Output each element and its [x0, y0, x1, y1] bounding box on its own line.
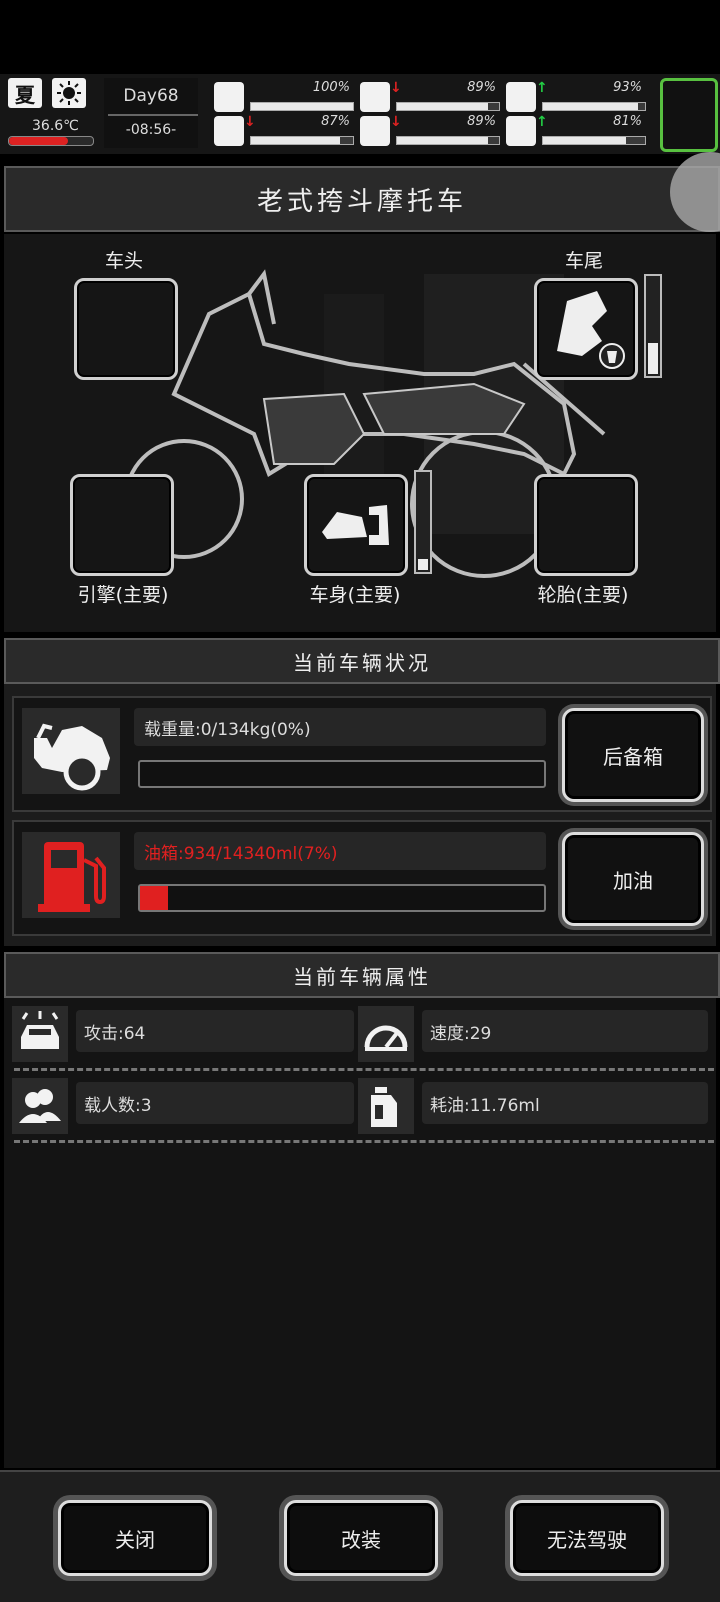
divider — [14, 1068, 714, 1071]
heart-icon — [506, 116, 536, 146]
arrow-up-icon: ↑ — [536, 114, 548, 130]
stat-value: 81% — [613, 114, 642, 129]
arrow-down-icon: ↓ — [390, 80, 402, 96]
stat-bar — [396, 136, 500, 145]
stat-value: 100% — [312, 80, 350, 95]
modify-button[interactable]: 改装 — [284, 1500, 438, 1576]
stomach-icon — [360, 82, 390, 112]
bottom-action-bar: 关闭 改装 无法驾驶 — [0, 1470, 720, 1602]
slot-label-engine: 引擎(主要) — [77, 584, 169, 606]
stat-bar-fill — [251, 137, 340, 144]
body-durability-fill — [418, 559, 428, 570]
load-row: 载重量:0/134kg(0%) 后备箱 — [12, 696, 712, 812]
stat-bar — [250, 102, 354, 111]
fuel-progress-fill — [140, 886, 169, 910]
slot-engine[interactable] — [70, 474, 174, 576]
vehicle-title: 老式挎斗摩托车 — [256, 186, 467, 217]
attributes-panel: 攻击:64 速度:29 载人数:3 耗油:11.76ml — [4, 998, 716, 1468]
equipment-slot[interactable] — [660, 78, 718, 152]
stat-mood: ↑ 93% — [506, 80, 646, 112]
sidecar-icon — [22, 708, 120, 794]
fuel-can-icon — [358, 1078, 414, 1134]
speedometer-icon — [358, 1006, 414, 1062]
health-icon — [214, 82, 244, 112]
stat-bar-fill — [543, 103, 638, 110]
slot-label-tire: 轮胎(主要) — [537, 584, 629, 606]
load-label: 载重量:0/134kg(0%) — [134, 708, 546, 746]
stat-bar-fill — [543, 137, 626, 144]
day-clock: Day68 -08:56- — [104, 78, 198, 148]
stamina-icon — [214, 116, 244, 146]
drive-button[interactable]: 无法驾驶 — [510, 1500, 664, 1576]
mood-icon — [506, 82, 536, 112]
fuel-use-value: 耗油:11.76ml — [422, 1082, 708, 1124]
day-counter: Day68 — [123, 86, 179, 106]
slot-body[interactable] — [304, 474, 408, 576]
slot-label-body: 车身(主要) — [309, 584, 401, 606]
tail-part-icon — [557, 291, 625, 369]
water-icon — [360, 116, 390, 146]
tail-durability-bar — [644, 274, 662, 378]
slot-label-head: 车头 — [104, 250, 143, 272]
stat-bar — [542, 136, 646, 145]
vehicle-title-bar: 老式挎斗摩托车 — [4, 166, 720, 232]
season-label: 夏 — [15, 82, 35, 107]
stat-stamina: ↓ 87% — [214, 114, 354, 146]
thermometer-icon — [8, 136, 94, 146]
status-header: 当前车辆状况 — [293, 650, 431, 675]
arrow-down-icon: ↓ — [244, 114, 256, 130]
stat-water: ↓ 89% — [360, 114, 500, 146]
stat-bar-fill — [397, 137, 488, 144]
stat-value: 89% — [467, 114, 496, 129]
slot-tire[interactable] — [534, 474, 638, 576]
status-header-bar: 当前车辆状况 — [4, 638, 720, 684]
stat-heart: ↑ 81% — [506, 114, 646, 146]
slot-label-tail: 车尾 — [564, 250, 603, 272]
day-progress — [108, 114, 198, 116]
speed-value: 速度:29 — [422, 1010, 708, 1052]
stat-bar — [250, 136, 354, 145]
vehicle-view: 车头 车尾 引擎(主要) 车身(主要) 轮胎(主要) — [4, 234, 716, 632]
sun-icon — [52, 78, 86, 108]
season-badge: 夏 — [8, 78, 42, 108]
stat-bar — [542, 102, 646, 111]
stat-value: 89% — [467, 80, 496, 95]
stat-value: 93% — [613, 80, 642, 95]
stat-bar-fill — [251, 103, 353, 110]
stat-bar-fill — [397, 103, 488, 110]
fuel-pump-icon — [22, 832, 120, 918]
tail-durability-fill — [648, 343, 658, 374]
close-button[interactable]: 关闭 — [58, 1500, 212, 1576]
body-part-icon — [322, 505, 389, 545]
body-durability-bar — [414, 470, 432, 574]
arrow-up-icon: ↑ — [536, 80, 548, 96]
slot-tail[interactable] — [534, 278, 638, 380]
arrow-down-icon: ↓ — [390, 114, 402, 130]
fuel-label: 油箱:934/14340ml(7%) — [134, 832, 546, 870]
attributes-header-bar: 当前车辆属性 — [4, 952, 720, 998]
status-panel: 载重量:0/134kg(0%) 后备箱 油箱:934/14340ml(7%) 加… — [4, 684, 716, 946]
fuel-progress — [138, 884, 546, 912]
attack-value: 攻击:64 — [76, 1010, 354, 1052]
stat-health: 100% — [214, 80, 354, 112]
stat-value: 87% — [321, 114, 350, 129]
refuel-button[interactable]: 加油 — [562, 832, 704, 926]
passengers-value: 载人数:3 — [76, 1082, 354, 1124]
load-progress — [138, 760, 546, 788]
stat-bar — [396, 102, 500, 111]
stat-stomach: ↓ 89% — [360, 80, 500, 112]
temperature: 36.6℃ — [32, 118, 79, 134]
status-hud: 夏 36.6℃ Day68 -08:56- 100% ↓ 89% ↑ 93% ↓ 87% ↓ 8… — [0, 74, 720, 154]
trunk-button[interactable]: 后备箱 — [562, 708, 704, 802]
clock-time: -08:56- — [125, 122, 177, 138]
slot-head[interactable] — [74, 278, 178, 380]
fuel-row: 油箱:934/14340ml(7%) 加油 — [12, 820, 712, 936]
attack-car-icon — [12, 1006, 68, 1062]
attributes-header: 当前车辆属性 — [293, 964, 431, 989]
divider — [14, 1140, 714, 1143]
passengers-icon — [12, 1078, 68, 1134]
